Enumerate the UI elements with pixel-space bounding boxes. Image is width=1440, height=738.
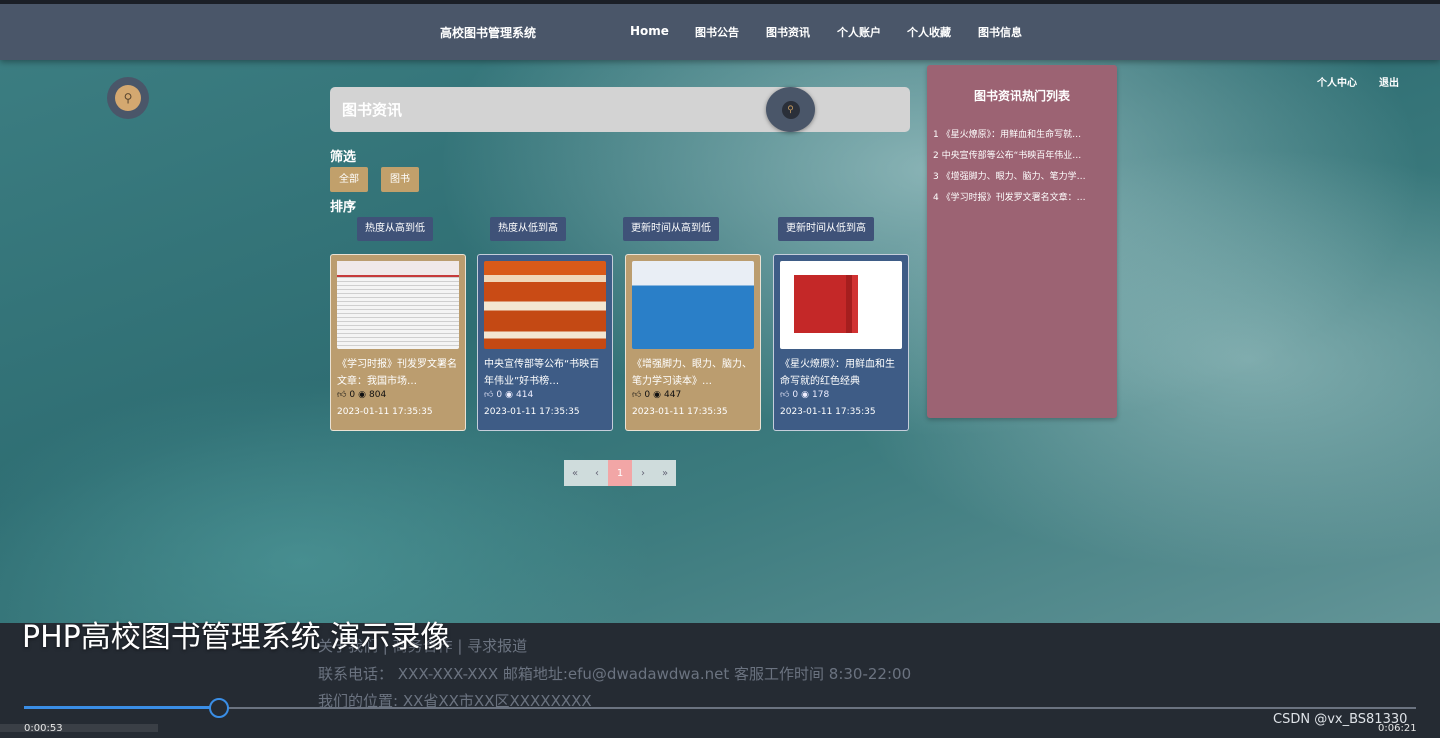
- card-title: 《星火燎原》：用鲜血和生命写就的红色经典: [780, 359, 895, 387]
- hot-news-panel: 图书资讯热门列表 1 《星火燎原》：用鲜血和生命写就… 2 中央宣传部等公布“书…: [927, 65, 1117, 418]
- hot-news-item[interactable]: 4 《学习时报》刊发罗文署名文章：…: [933, 190, 1111, 203]
- page-prev-button[interactable]: ‹: [586, 460, 608, 486]
- hot-news-title: 图书资讯热门列表: [973, 89, 1070, 103]
- card-likes: 0: [644, 390, 651, 400]
- hot-news-item[interactable]: 1 《星火燎原》：用鲜血和生命写就…: [933, 127, 1111, 140]
- user-center-link[interactable]: 个人中心: [1317, 74, 1357, 89]
- card-views: 178: [812, 390, 830, 400]
- card-thumbnail: [632, 261, 754, 349]
- video-current-time: 0:00:53: [24, 723, 63, 734]
- video-progress-fill: [24, 706, 219, 709]
- news-card[interactable]: 《星火燎原》：用鲜血和生命写就的红色经典 👍︎ 0 ◉ 178 2023-01-…: [773, 254, 909, 431]
- card-likes: 0: [349, 390, 356, 400]
- video-progress-handle[interactable]: [209, 698, 229, 718]
- site-brand[interactable]: 高校图书管理系统: [440, 24, 536, 41]
- nav-book-info[interactable]: 图书信息: [978, 24, 1022, 40]
- card-date: 2023-01-11 17:35:35: [632, 407, 728, 417]
- card-views: 804: [369, 390, 387, 400]
- card-title: 中央宣传部等公布“书映百年伟业”好书榜…: [484, 359, 600, 387]
- search-bar: ⚲: [330, 87, 910, 132]
- page-last-button[interactable]: »: [654, 460, 676, 486]
- page-next-button[interactable]: ›: [632, 460, 654, 486]
- card-thumbnail: [337, 261, 459, 349]
- thumbs-up-icon: 👍︎: [337, 390, 347, 400]
- card-views: 414: [516, 390, 534, 400]
- filter-label: 筛选: [330, 150, 357, 165]
- card-views: 447: [664, 390, 682, 400]
- sort-time-asc-button[interactable]: 更新时间从低到高: [778, 217, 874, 241]
- eye-icon: ◉: [505, 390, 513, 400]
- video-progress-track[interactable]: [24, 707, 1416, 709]
- nav-favorites[interactable]: 个人收藏: [907, 24, 951, 40]
- hot-news-item[interactable]: 3 《增强脚力、眼力、脑力、笔力学…: [933, 169, 1111, 182]
- nav-book-notices[interactable]: 图书公告: [695, 24, 739, 40]
- filter-all-button[interactable]: 全部: [330, 167, 368, 192]
- sort-hot-desc-button[interactable]: 热度从高到低: [357, 217, 433, 241]
- search-input[interactable]: [330, 87, 760, 132]
- news-card[interactable]: 《增强脚力、眼力、脑力、笔力学习读本》… 👍︎ 0 ◉ 447 2023-01-…: [625, 254, 761, 431]
- hot-news-item[interactable]: 2 中央宣传部等公布“书映百年伟业…: [933, 148, 1111, 161]
- eye-icon: ◉: [358, 390, 366, 400]
- search-submit-button[interactable]: ⚲: [766, 87, 815, 132]
- card-thumbnail: [484, 261, 606, 349]
- video-title: PHP高校图书管理系统 演示录像: [22, 620, 451, 655]
- logout-link[interactable]: 退出: [1379, 74, 1399, 89]
- card-stats: 👍︎ 0 ◉ 178: [780, 390, 829, 400]
- csdn-watermark: CSDN @vx_BS81330: [1273, 712, 1408, 727]
- sort-label: 排序: [330, 200, 357, 215]
- floating-search-button[interactable]: ⚲: [107, 77, 149, 119]
- card-stats: 👍︎ 0 ◉ 414: [484, 390, 533, 400]
- eye-icon: ◉: [653, 390, 661, 400]
- sort-hot-asc-button[interactable]: 热度从低到高: [490, 217, 566, 241]
- thumbs-up-icon: 👍︎: [484, 390, 494, 400]
- card-date: 2023-01-11 17:35:35: [484, 407, 580, 417]
- thumbs-up-icon: 👍︎: [632, 390, 642, 400]
- news-card[interactable]: 《学习时报》刊发罗文署名文章：我国市场… 👍︎ 0 ◉ 804 2023-01-…: [330, 254, 466, 431]
- pagination: « ‹ 1 › »: [564, 460, 676, 486]
- nav-home[interactable]: Home: [630, 24, 669, 38]
- page-current-button[interactable]: 1: [608, 460, 632, 486]
- top-navbar: 高校图书管理系统 Home 图书公告 图书资讯 个人账户 个人收藏 图书信息: [0, 0, 1440, 60]
- card-title: 《增强脚力、眼力、脑力、笔力学习读本》…: [632, 359, 752, 387]
- card-likes: 0: [792, 390, 799, 400]
- search-icon: ⚲: [781, 100, 800, 119]
- nav-account[interactable]: 个人账户: [837, 24, 881, 40]
- sort-time-desc-button[interactable]: 更新时间从高到低: [623, 217, 719, 241]
- page-first-button[interactable]: «: [564, 460, 586, 486]
- card-stats: 👍︎ 0 ◉ 447: [632, 390, 681, 400]
- filter-books-button[interactable]: 图书: [381, 167, 419, 192]
- card-stats: 👍︎ 0 ◉ 804: [337, 390, 386, 400]
- nav-book-news[interactable]: 图书资讯: [766, 24, 810, 40]
- card-thumbnail: [780, 261, 902, 349]
- eye-icon: ◉: [801, 390, 809, 400]
- card-title: 《学习时报》刊发罗文署名文章：我国市场…: [337, 359, 457, 387]
- card-likes: 0: [496, 390, 503, 400]
- card-date: 2023-01-11 17:35:35: [780, 407, 876, 417]
- news-card[interactable]: 中央宣传部等公布“书映百年伟业”好书榜… 👍︎ 0 ◉ 414 2023-01-…: [477, 254, 613, 431]
- card-date: 2023-01-11 17:35:35: [337, 407, 433, 417]
- search-icon: ⚲: [115, 85, 141, 111]
- thumbs-up-icon: 👍︎: [780, 390, 790, 400]
- footer-contact: 联系电话： XXX-XXX-XXX 邮箱地址:efu@dwadawdwa.net…: [318, 665, 912, 683]
